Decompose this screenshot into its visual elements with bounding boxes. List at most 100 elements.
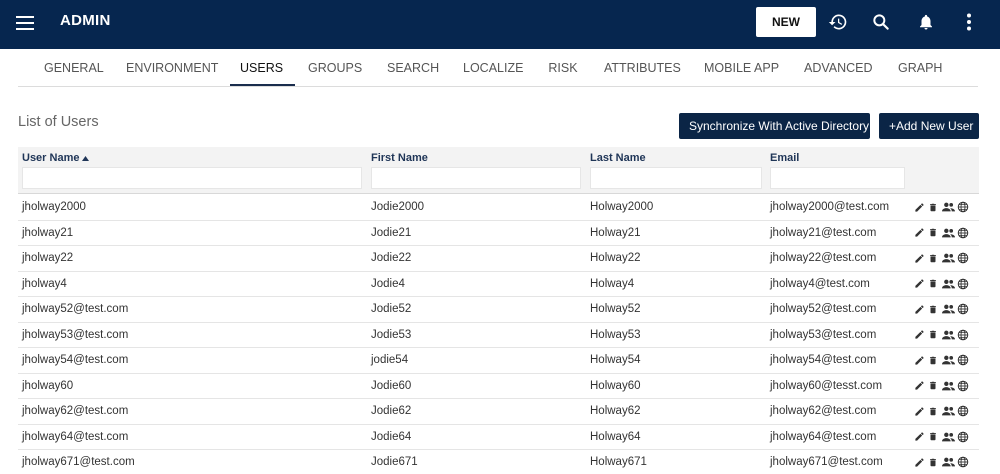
tab-groups[interactable]: GROUPS: [308, 49, 362, 87]
globe-icon[interactable]: [957, 328, 969, 342]
add-new-user-button[interactable]: +Add New User: [879, 113, 979, 139]
tab-general[interactable]: GENERAL: [44, 49, 104, 87]
group-icon[interactable]: [941, 277, 955, 291]
group-icon[interactable]: [941, 404, 955, 418]
tab-users[interactable]: USERS: [240, 49, 283, 87]
edit-icon[interactable]: [913, 328, 925, 342]
globe-icon[interactable]: [957, 302, 969, 316]
group-icon[interactable]: [941, 302, 955, 316]
delete-icon[interactable]: [927, 226, 939, 240]
history-icon[interactable]: [824, 9, 852, 35]
globe-icon[interactable]: [957, 379, 969, 393]
cell-last-name: Holway64: [590, 430, 641, 443]
globe-icon[interactable]: [957, 353, 969, 367]
cell-last-name: Holway2000: [590, 201, 654, 213]
globe-icon[interactable]: [957, 404, 969, 418]
tab-search[interactable]: SEARCH: [387, 49, 439, 87]
group-icon[interactable]: [941, 251, 955, 265]
cell-email: jholway64@test.com: [770, 430, 877, 443]
cell-user-name: jholway671@test.com: [22, 456, 135, 468]
cell-first-name: Jodie64: [371, 430, 412, 443]
filter-first-name-input[interactable]: [371, 167, 581, 189]
cell-last-name: Holway52: [590, 303, 641, 315]
table-row: jholway22 Jodie22 Holway22 jholway22@tes…: [18, 246, 979, 272]
tab-risk[interactable]: RISK: [548, 49, 578, 87]
delete-icon[interactable]: [927, 353, 939, 367]
edit-icon[interactable]: [913, 430, 925, 444]
cell-first-name: Jodie62: [371, 405, 412, 417]
group-icon[interactable]: [941, 328, 955, 342]
cell-user-name: jholway21: [22, 226, 74, 239]
column-header-email[interactable]: Email: [770, 152, 799, 164]
row-actions: [913, 251, 969, 265]
group-icon[interactable]: [941, 430, 955, 444]
group-icon[interactable]: [941, 226, 955, 240]
group-icon[interactable]: [941, 379, 955, 393]
row-actions: [913, 455, 969, 469]
globe-icon[interactable]: [957, 430, 969, 444]
tab-localize[interactable]: LOCALIZE: [463, 49, 523, 87]
column-header-first-name[interactable]: First Name: [371, 152, 428, 164]
edit-icon[interactable]: [913, 226, 925, 240]
sync-active-directory-button[interactable]: Synchronize With Active Directory: [679, 113, 870, 139]
cell-last-name: Holway62: [590, 405, 641, 417]
row-actions: [913, 430, 969, 444]
tab-graph[interactable]: GRAPH: [898, 49, 942, 87]
globe-icon[interactable]: [957, 455, 969, 469]
cell-user-name: jholway2000: [22, 201, 86, 213]
globe-icon[interactable]: [957, 251, 969, 265]
cell-user-name: jholway22: [22, 252, 74, 264]
globe-icon[interactable]: [957, 226, 969, 240]
edit-icon[interactable]: [913, 277, 925, 291]
table-row: jholway2000 Jodie2000 Holway2000 jholway…: [18, 195, 979, 221]
globe-icon[interactable]: [957, 277, 969, 291]
sort-ascending-icon: [82, 155, 90, 161]
delete-icon[interactable]: [927, 328, 939, 342]
column-header-user-name[interactable]: User Name: [22, 152, 90, 164]
cell-email: jholway671@test.com: [770, 456, 883, 468]
group-icon[interactable]: [941, 353, 955, 367]
delete-icon[interactable]: [927, 404, 939, 418]
cell-user-name: jholway52@test.com: [22, 303, 129, 315]
cell-first-name: jodie54: [371, 354, 409, 366]
cell-user-name: jholway60: [22, 379, 74, 392]
tab-mobile-app[interactable]: MOBILE APP: [704, 49, 779, 87]
edit-icon[interactable]: [913, 302, 925, 316]
cell-first-name: Jodie52: [371, 303, 412, 315]
delete-icon[interactable]: [927, 379, 939, 393]
delete-icon[interactable]: [927, 430, 939, 444]
filter-user-name-input[interactable]: [22, 167, 362, 189]
row-actions: [913, 353, 969, 367]
tab-attributes[interactable]: ATTRIBUTES: [604, 49, 681, 87]
column-header-last-name[interactable]: Last Name: [590, 152, 646, 164]
edit-icon[interactable]: [913, 455, 925, 469]
menu-icon[interactable]: [12, 11, 38, 35]
edit-icon[interactable]: [913, 251, 925, 265]
filter-last-name-input[interactable]: [590, 167, 762, 189]
new-button[interactable]: NEW: [756, 7, 816, 37]
edit-icon[interactable]: [913, 200, 925, 214]
group-icon[interactable]: [941, 455, 955, 469]
cell-last-name: Holway4: [590, 277, 635, 290]
active-tab-indicator: [230, 84, 295, 86]
globe-icon[interactable]: [957, 200, 969, 214]
cell-first-name: Jodie2000: [371, 201, 425, 213]
notifications-icon[interactable]: [912, 9, 940, 35]
delete-icon[interactable]: [927, 200, 939, 214]
delete-icon[interactable]: [927, 302, 939, 316]
search-icon[interactable]: [867, 9, 895, 35]
tab-environment[interactable]: ENVIRONMENT: [126, 49, 218, 87]
edit-icon[interactable]: [913, 404, 925, 418]
group-icon[interactable]: [941, 200, 955, 214]
cell-first-name: Jodie4: [371, 277, 405, 290]
edit-icon[interactable]: [913, 353, 925, 367]
cell-email: jholway21@test.com: [770, 226, 877, 239]
delete-icon[interactable]: [927, 251, 939, 265]
edit-icon[interactable]: [913, 379, 925, 393]
delete-icon[interactable]: [927, 277, 939, 291]
tab-advanced[interactable]: ADVANCED: [804, 49, 873, 87]
filter-email-input[interactable]: [770, 167, 905, 189]
table-row: jholway52@test.com Jodie52 Holway52 jhol…: [18, 297, 979, 323]
delete-icon[interactable]: [927, 455, 939, 469]
more-vertical-icon[interactable]: [955, 9, 983, 35]
